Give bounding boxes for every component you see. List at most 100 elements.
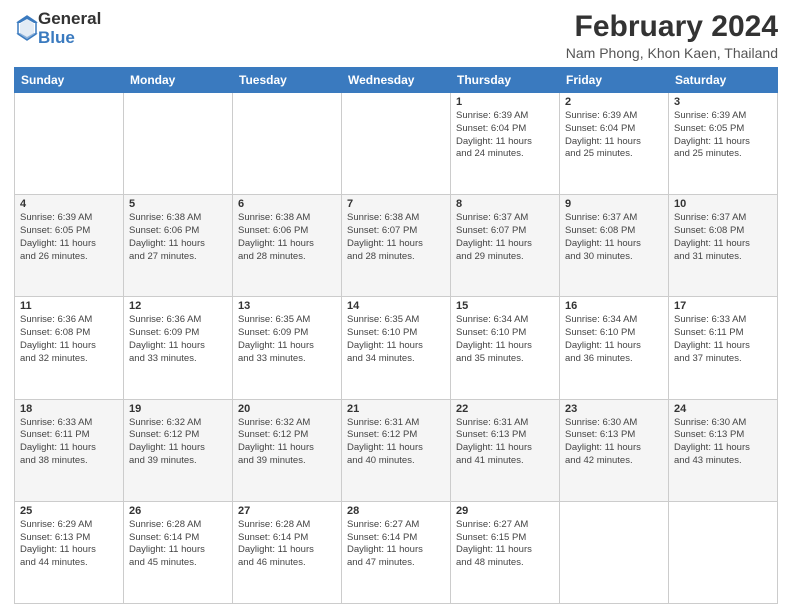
location-title: Nam Phong, Khon Kaen, Thailand — [566, 45, 778, 61]
day-number: 21 — [347, 403, 445, 415]
day-number: 10 — [674, 198, 772, 210]
day-info: Sunrise: 6:35 AM Sunset: 6:09 PM Dayligh… — [238, 314, 336, 365]
day-info: Sunrise: 6:33 AM Sunset: 6:11 PM Dayligh… — [674, 314, 772, 365]
day-info: Sunrise: 6:30 AM Sunset: 6:13 PM Dayligh… — [674, 417, 772, 468]
day-info: Sunrise: 6:27 AM Sunset: 6:14 PM Dayligh… — [347, 519, 445, 570]
title-block: February 2024 Nam Phong, Khon Kaen, Thai… — [566, 10, 778, 61]
day-number: 12 — [129, 300, 227, 312]
day-info: Sunrise: 6:39 AM Sunset: 6:05 PM Dayligh… — [20, 212, 118, 263]
calendar-header-monday: Monday — [124, 68, 233, 93]
calendar-cell: 13 Sunrise: 6:35 AM Sunset: 6:09 PM Dayli… — [233, 297, 342, 399]
calendar-header-thursday: Thursday — [451, 68, 560, 93]
calendar-week-row: 18 Sunrise: 6:33 AM Sunset: 6:11 PM Dayli… — [15, 399, 778, 501]
calendar-header-wednesday: Wednesday — [342, 68, 451, 93]
day-number: 3 — [674, 96, 772, 108]
calendar-cell: 22 Sunrise: 6:31 AM Sunset: 6:13 PM Dayli… — [451, 399, 560, 501]
day-info: Sunrise: 6:37 AM Sunset: 6:08 PM Dayligh… — [565, 212, 663, 263]
day-number: 26 — [129, 505, 227, 517]
calendar-cell: 16 Sunrise: 6:34 AM Sunset: 6:10 PM Dayli… — [560, 297, 669, 399]
calendar-header-tuesday: Tuesday — [233, 68, 342, 93]
page: General Blue February 2024 Nam Phong, Kh… — [0, 0, 792, 612]
calendar-cell: 4 Sunrise: 6:39 AM Sunset: 6:05 PM Daylig… — [15, 195, 124, 297]
calendar-cell: 17 Sunrise: 6:33 AM Sunset: 6:11 PM Dayli… — [669, 297, 778, 399]
calendar-week-row: 4 Sunrise: 6:39 AM Sunset: 6:05 PM Daylig… — [15, 195, 778, 297]
calendar-cell: 25Sunrise: 6:29 AM Sunset: 6:13 PM Dayli… — [15, 501, 124, 603]
logo-text: General Blue — [38, 10, 101, 47]
day-number: 9 — [565, 198, 663, 210]
day-number: 17 — [674, 300, 772, 312]
calendar-cell — [15, 93, 124, 195]
day-info: Sunrise: 6:37 AM Sunset: 6:07 PM Dayligh… — [456, 212, 554, 263]
day-number: 2 — [565, 96, 663, 108]
calendar-week-row: 11 Sunrise: 6:36 AM Sunset: 6:08 PM Dayli… — [15, 297, 778, 399]
calendar-cell: 12Sunrise: 6:36 AM Sunset: 6:09 PM Dayli… — [124, 297, 233, 399]
day-info: Sunrise: 6:27 AM Sunset: 6:15 PM Dayligh… — [456, 519, 554, 570]
day-info: Sunrise: 6:35 AM Sunset: 6:10 PM Dayligh… — [347, 314, 445, 365]
day-number: 1 — [456, 96, 554, 108]
day-info: Sunrise: 6:34 AM Sunset: 6:10 PM Dayligh… — [565, 314, 663, 365]
calendar-cell: 7 Sunrise: 6:38 AM Sunset: 6:07 PM Daylig… — [342, 195, 451, 297]
calendar-header-saturday: Saturday — [669, 68, 778, 93]
calendar-cell: 23Sunrise: 6:30 AM Sunset: 6:13 PM Dayli… — [560, 399, 669, 501]
day-number: 15 — [456, 300, 554, 312]
day-info: Sunrise: 6:32 AM Sunset: 6:12 PM Dayligh… — [238, 417, 336, 468]
day-number: 22 — [456, 403, 554, 415]
day-number: 11 — [20, 300, 118, 312]
day-number: 19 — [129, 403, 227, 415]
calendar-cell: 21Sunrise: 6:31 AM Sunset: 6:12 PM Dayli… — [342, 399, 451, 501]
day-info: Sunrise: 6:37 AM Sunset: 6:08 PM Dayligh… — [674, 212, 772, 263]
calendar-cell: 6 Sunrise: 6:38 AM Sunset: 6:06 PM Daylig… — [233, 195, 342, 297]
calendar-cell: 28Sunrise: 6:27 AM Sunset: 6:14 PM Dayli… — [342, 501, 451, 603]
calendar-cell — [669, 501, 778, 603]
calendar-cell: 2Sunrise: 6:39 AM Sunset: 6:04 PM Daylig… — [560, 93, 669, 195]
calendar-cell: 3 Sunrise: 6:39 AM Sunset: 6:05 PM Daylig… — [669, 93, 778, 195]
calendar-cell: 19 Sunrise: 6:32 AM Sunset: 6:12 PM Dayli… — [124, 399, 233, 501]
logo-icon — [16, 14, 38, 42]
day-number: 24 — [674, 403, 772, 415]
logo: General Blue — [14, 10, 101, 47]
calendar-cell: 5 Sunrise: 6:38 AM Sunset: 6:06 PM Daylig… — [124, 195, 233, 297]
calendar-cell: 11 Sunrise: 6:36 AM Sunset: 6:08 PM Dayli… — [15, 297, 124, 399]
day-number: 13 — [238, 300, 336, 312]
day-number: 18 — [20, 403, 118, 415]
day-info: Sunrise: 6:28 AM Sunset: 6:14 PM Dayligh… — [129, 519, 227, 570]
calendar-cell — [233, 93, 342, 195]
calendar-cell — [560, 501, 669, 603]
day-number: 27 — [238, 505, 336, 517]
calendar-cell: 10 Sunrise: 6:37 AM Sunset: 6:08 PM Dayli… — [669, 195, 778, 297]
calendar-cell: 15 Sunrise: 6:34 AM Sunset: 6:10 PM Dayli… — [451, 297, 560, 399]
calendar-cell — [342, 93, 451, 195]
month-title: February 2024 — [566, 10, 778, 43]
calendar-cell: 24 Sunrise: 6:30 AM Sunset: 6:13 PM Dayli… — [669, 399, 778, 501]
day-info: Sunrise: 6:34 AM Sunset: 6:10 PM Dayligh… — [456, 314, 554, 365]
day-info: Sunrise: 6:33 AM Sunset: 6:11 PM Dayligh… — [20, 417, 118, 468]
day-info: Sunrise: 6:28 AM Sunset: 6:14 PM Dayligh… — [238, 519, 336, 570]
calendar-table: SundayMondayTuesdayWednesdayThursdayFrid… — [14, 67, 778, 604]
calendar-cell: 29Sunrise: 6:27 AM Sunset: 6:15 PM Dayli… — [451, 501, 560, 603]
calendar-cell: 9 Sunrise: 6:37 AM Sunset: 6:08 PM Daylig… — [560, 195, 669, 297]
day-info: Sunrise: 6:30 AM Sunset: 6:13 PM Dayligh… — [565, 417, 663, 468]
day-info: Sunrise: 6:39 AM Sunset: 6:04 PM Dayligh… — [456, 110, 554, 161]
calendar-cell: 26 Sunrise: 6:28 AM Sunset: 6:14 PM Dayli… — [124, 501, 233, 603]
day-number: 14 — [347, 300, 445, 312]
calendar-week-row: 25Sunrise: 6:29 AM Sunset: 6:13 PM Dayli… — [15, 501, 778, 603]
day-number: 6 — [238, 198, 336, 210]
day-info: Sunrise: 6:38 AM Sunset: 6:06 PM Dayligh… — [129, 212, 227, 263]
logo-general-text: General — [38, 10, 101, 29]
calendar-cell: 18 Sunrise: 6:33 AM Sunset: 6:11 PM Dayli… — [15, 399, 124, 501]
calendar-cell: 14 Sunrise: 6:35 AM Sunset: 6:10 PM Dayli… — [342, 297, 451, 399]
day-info: Sunrise: 6:31 AM Sunset: 6:13 PM Dayligh… — [456, 417, 554, 468]
day-info: Sunrise: 6:38 AM Sunset: 6:07 PM Dayligh… — [347, 212, 445, 263]
header: General Blue February 2024 Nam Phong, Kh… — [14, 10, 778, 61]
day-number: 16 — [565, 300, 663, 312]
day-info: Sunrise: 6:36 AM Sunset: 6:08 PM Dayligh… — [20, 314, 118, 365]
day-number: 4 — [20, 198, 118, 210]
day-info: Sunrise: 6:38 AM Sunset: 6:06 PM Dayligh… — [238, 212, 336, 263]
day-number: 7 — [347, 198, 445, 210]
day-number: 8 — [456, 198, 554, 210]
day-info: Sunrise: 6:32 AM Sunset: 6:12 PM Dayligh… — [129, 417, 227, 468]
day-number: 5 — [129, 198, 227, 210]
logo-blue-text: Blue — [38, 29, 101, 48]
day-info: Sunrise: 6:39 AM Sunset: 6:05 PM Dayligh… — [674, 110, 772, 161]
calendar-cell: 1 Sunrise: 6:39 AM Sunset: 6:04 PM Daylig… — [451, 93, 560, 195]
